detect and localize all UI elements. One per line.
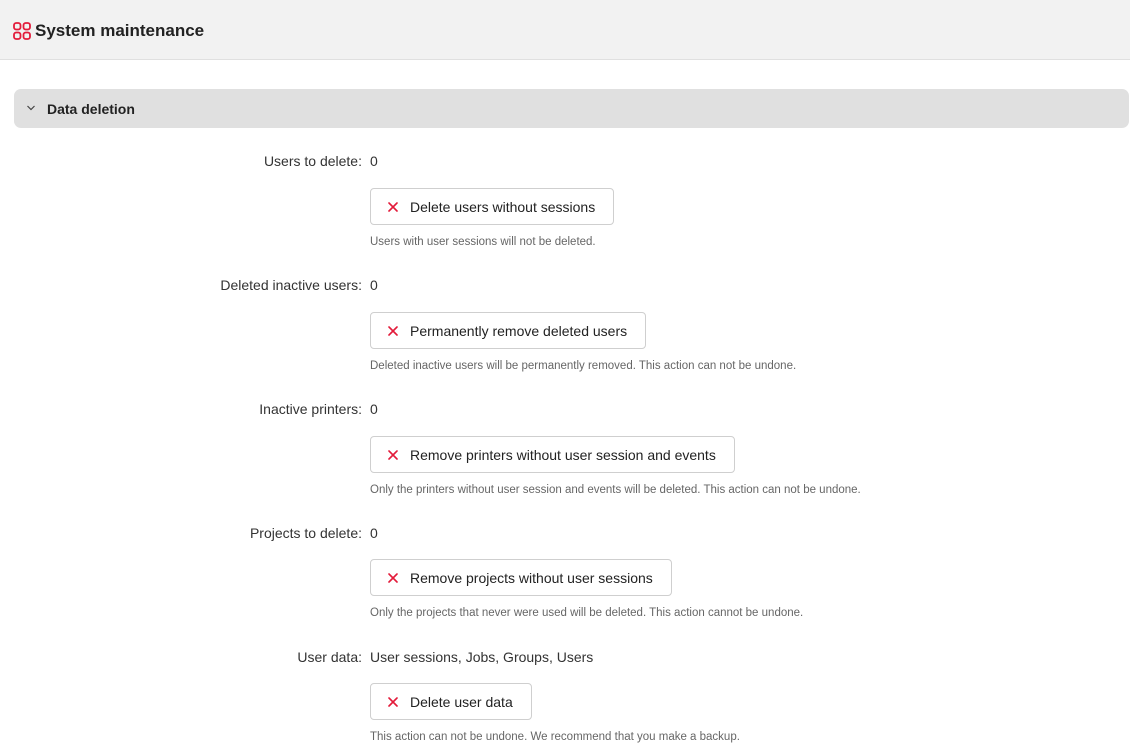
button-label: Remove printers without user session and… — [410, 446, 716, 463]
inactive-printers-label: Inactive printers: — [259, 401, 362, 417]
button-label: Delete users without sessions — [410, 198, 596, 215]
remove-projects-button[interactable]: Remove projects without user sessions — [370, 559, 672, 596]
close-icon — [388, 201, 398, 212]
remove-printers-button[interactable]: Remove printers without user session and… — [370, 436, 735, 473]
inactive-printers-note: Only the printers without user session a… — [370, 484, 861, 496]
permanently-remove-deleted-users-button[interactable]: Permanently remove deleted users — [370, 312, 647, 349]
delete-users-without-sessions-button[interactable]: Delete users without sessions — [370, 188, 615, 225]
projects-to-delete-label: Projects to delete: — [249, 525, 362, 541]
page-title: System maintenance — [35, 21, 205, 40]
user-data-label: User data: — [297, 649, 362, 665]
page-header: System maintenance — [0, 0, 1130, 60]
grid-icon — [13, 22, 31, 40]
user-data-note: This action can not be undone. We recomm… — [370, 731, 740, 743]
section-title: Data deletion — [47, 101, 135, 117]
section-header-data-deletion[interactable]: Data deletion — [14, 89, 1129, 128]
inactive-printers-value: 0 — [370, 401, 378, 417]
users-to-delete-label: Users to delete: — [263, 153, 362, 169]
deleted-inactive-users-value: 0 — [370, 277, 378, 293]
users-to-delete-value: 0 — [370, 153, 378, 169]
deleted-inactive-users-label: Deleted inactive users: — [220, 277, 362, 293]
button-label: Delete user data — [410, 693, 513, 710]
button-label: Permanently remove deleted users — [410, 322, 628, 339]
user-data-value: User sessions, Jobs, Groups, Users — [370, 649, 594, 665]
deleted-inactive-users-note: Deleted inactive users will be permanent… — [370, 360, 797, 372]
projects-to-delete-note: Only the projects that never were used w… — [370, 607, 804, 619]
delete-user-data-button[interactable]: Delete user data — [370, 683, 532, 720]
users-to-delete-note: Users with user sessions will not be del… — [370, 236, 596, 248]
close-icon — [388, 696, 398, 707]
chevron-down-icon — [27, 105, 35, 111]
button-label: Remove projects without user sessions — [410, 569, 653, 586]
close-icon — [388, 572, 398, 583]
close-icon — [388, 325, 398, 336]
projects-to-delete-value: 0 — [370, 525, 378, 541]
close-icon — [388, 449, 398, 460]
